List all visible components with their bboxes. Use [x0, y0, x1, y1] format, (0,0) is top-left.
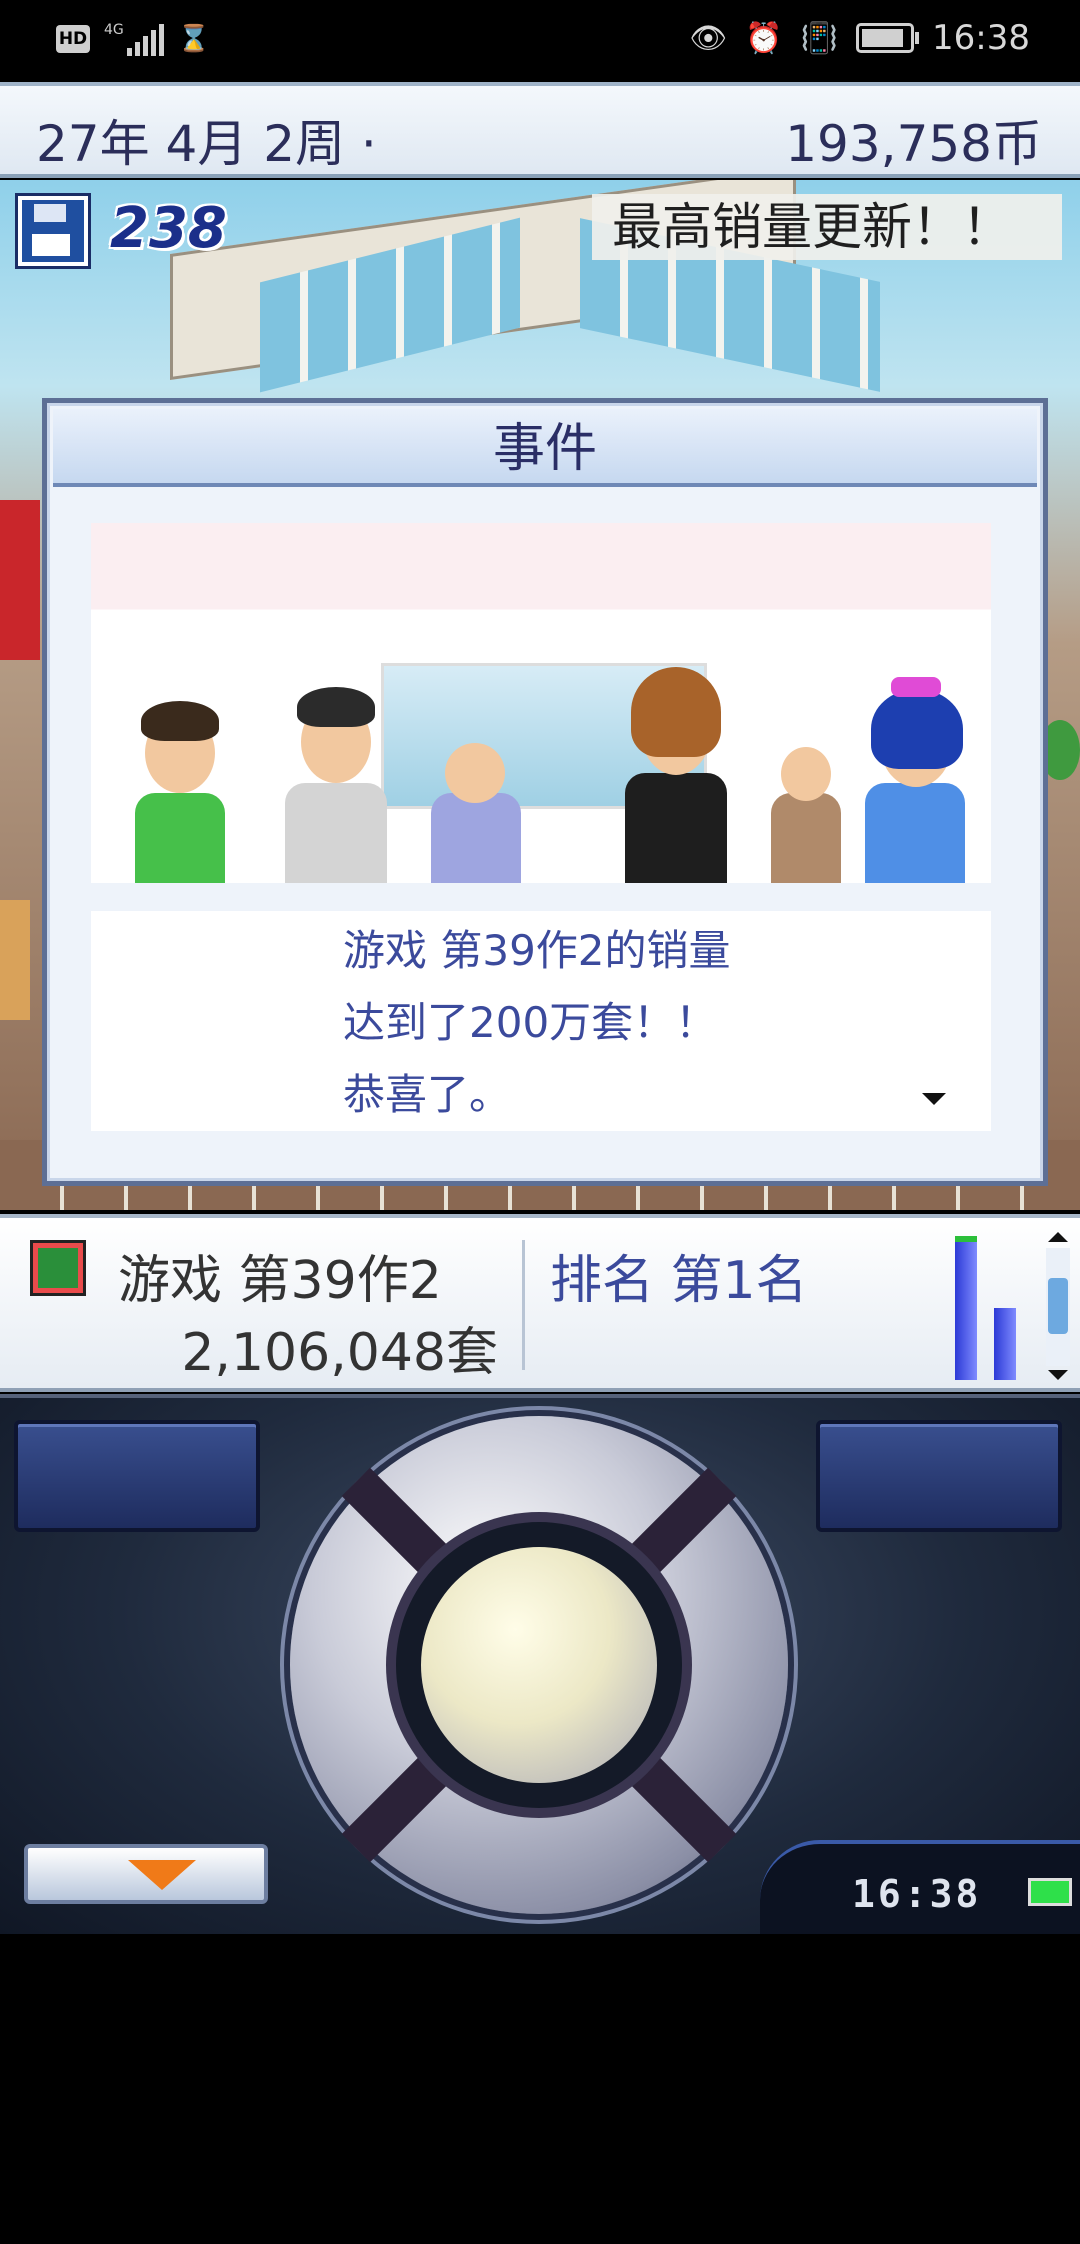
message-line-3: 恭喜了。	[343, 1070, 512, 1119]
game-date: 27年 4月 2周 ·	[36, 115, 377, 173]
game-title: 游戏 第39作2	[118, 1251, 442, 1311]
signal-icon: 4G	[104, 22, 164, 56]
scroll-thumb[interactable]	[1048, 1278, 1068, 1334]
celebration-illustration	[91, 523, 991, 883]
battery-icon	[856, 23, 920, 53]
character-suit	[261, 663, 411, 883]
eye-icon: 👁	[689, 20, 728, 56]
money-display: 193,758币	[785, 115, 1042, 173]
character-blue-hair	[851, 663, 981, 883]
hd-icon: HD	[56, 25, 90, 53]
dropdown-arrow-icon	[128, 1860, 196, 1890]
character-sitting	[761, 733, 851, 883]
office-scene[interactable]: 238 最高销量更新！！ 事件 游戏 第39作2的销量 达到了200万套！！ 恭…	[0, 180, 1080, 1210]
game-header: 27年 4月 2周 · 193,758币	[0, 82, 1080, 178]
status-left: HD 4G ⌛	[56, 22, 210, 56]
game-info-panel: 游戏 第39作2 2,106,048套 排名 第1名	[0, 1214, 1080, 1392]
clock-panel: 16:38	[760, 1840, 1080, 1942]
vibrate-icon: 📳	[800, 20, 839, 56]
virtual-controller: 16:38	[0, 1394, 1080, 1942]
character-green-shirt	[121, 683, 241, 883]
scroll-up-icon[interactable]	[1048, 1232, 1068, 1242]
message-box[interactable]: 游戏 第39作2的销量 达到了200万套！！ 恭喜了。	[91, 911, 991, 1131]
event-dialog[interactable]: 事件 游戏 第39作2的销量 达到了200万套！！ 恭喜了。	[42, 398, 1048, 1186]
network-type-label: 4G	[104, 22, 124, 38]
floppy-disk-icon	[18, 196, 88, 266]
dpad-center-button[interactable]	[421, 1547, 657, 1783]
alarm-icon: ⏰	[745, 20, 783, 56]
right-soft-button[interactable]	[816, 1420, 1062, 1532]
dpad[interactable]	[290, 1416, 788, 1914]
disk-count: 238	[110, 196, 227, 261]
status-right: 👁 ⏰ 📳 16:38	[689, 18, 1030, 58]
menu-button[interactable]	[24, 1844, 268, 1904]
sales-bar-2	[994, 1308, 1016, 1380]
dialog-title: 事件	[53, 409, 1037, 487]
character-black-dress	[601, 643, 751, 883]
sales-bar-1	[955, 1242, 977, 1380]
controller-clock: 16:38	[852, 1872, 982, 1916]
status-bar: HD 4G ⌛ 👁 ⏰ 📳 16:38	[0, 0, 1080, 80]
message-line-2: 达到了200万套！！	[343, 998, 718, 1047]
scroll-down-icon[interactable]	[1048, 1370, 1068, 1380]
left-soft-button[interactable]	[14, 1420, 260, 1532]
battery-icon	[1028, 1878, 1072, 1906]
news-ticker: 最高销量更新！！	[592, 194, 1062, 260]
message-line-1: 游戏 第39作2的销量	[343, 926, 731, 975]
hourglass-icon: ⌛	[177, 24, 211, 54]
left-floor-items	[0, 900, 30, 1020]
continue-arrow-icon[interactable]	[922, 1093, 946, 1105]
bottom-blank-area	[0, 1934, 1080, 2244]
status-time: 16:38	[932, 18, 1030, 58]
left-shelf	[0, 500, 40, 660]
ranking-label: 排名 第1名	[550, 1251, 808, 1311]
game-cover-icon	[30, 1240, 86, 1296]
character-purple-shirt	[421, 733, 531, 883]
game-sales: 2,106,048套	[181, 1323, 498, 1383]
info-divider	[522, 1240, 525, 1370]
